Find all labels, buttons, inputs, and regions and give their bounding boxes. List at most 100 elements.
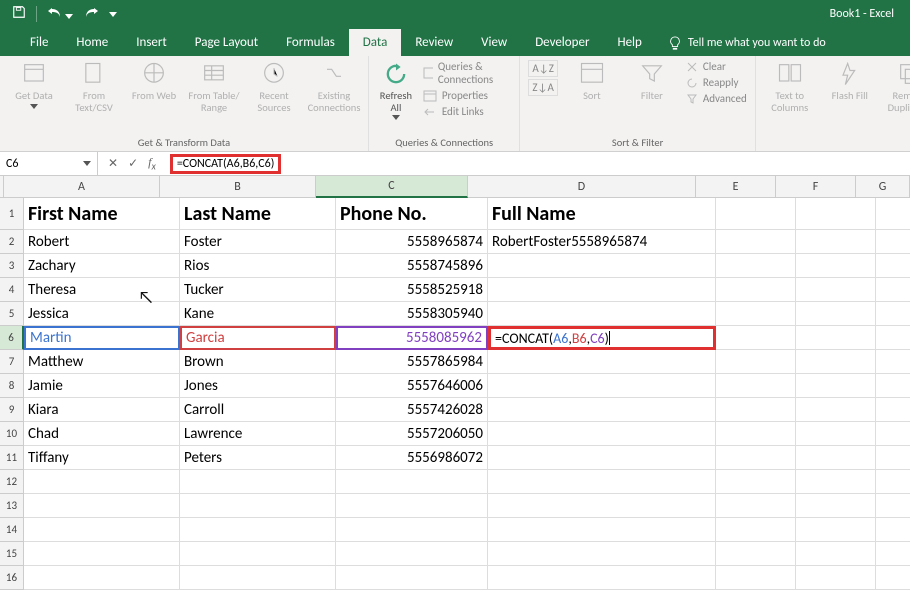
cell[interactable]: Chad (24, 422, 180, 446)
row-header-7[interactable]: 7 (0, 350, 24, 374)
cell[interactable]: 5556986072 (336, 446, 488, 470)
row-header-1[interactable]: 1 (0, 198, 24, 230)
cell[interactable] (716, 350, 796, 374)
text-to-columns-button[interactable]: Text to Columns (764, 60, 816, 113)
cancel-icon[interactable]: ✕ (108, 156, 118, 171)
cell[interactable] (488, 470, 716, 494)
cell[interactable] (488, 302, 716, 326)
cell[interactable] (488, 566, 716, 590)
cell[interactable] (796, 326, 876, 350)
formula-input[interactable]: =CONCAT(A6,B6,C6) (166, 154, 910, 174)
flash-fill-button[interactable]: Flash Fill (824, 60, 876, 102)
cell[interactable] (796, 566, 876, 590)
cell[interactable]: Matthew (24, 350, 180, 374)
from-text-csv-button[interactable]: From Text/CSV (68, 60, 120, 113)
cell[interactable] (796, 518, 876, 542)
cell[interactable] (716, 278, 796, 302)
cell[interactable]: Kane (180, 302, 336, 326)
existing-connections-button[interactable]: Existing Connections (308, 60, 360, 113)
tab-home[interactable]: Home (62, 29, 122, 56)
cell[interactable] (24, 566, 180, 590)
fx-icon[interactable]: fx (148, 155, 156, 172)
cell[interactable] (876, 374, 910, 398)
cell[interactable] (24, 518, 180, 542)
cell[interactable] (336, 494, 488, 518)
row-header-8[interactable]: 8 (0, 374, 24, 398)
queries-connections-button[interactable]: Queries & Connections (423, 60, 512, 86)
cell[interactable] (796, 470, 876, 494)
cell[interactable] (336, 518, 488, 542)
cell[interactable] (796, 422, 876, 446)
cell[interactable]: 5557206050 (336, 422, 488, 446)
tab-page-layout[interactable]: Page Layout (181, 29, 272, 56)
row-header-15[interactable]: 15 (0, 542, 24, 566)
sort-desc-button[interactable]: Z↓A (528, 79, 557, 96)
col-header-g[interactable]: G (856, 176, 910, 198)
edit-links-button[interactable]: Edit Links (423, 105, 512, 118)
enter-icon[interactable]: ✓ (128, 156, 138, 171)
cell[interactable] (716, 422, 796, 446)
cell[interactable] (876, 566, 910, 590)
cell[interactable] (876, 198, 910, 230)
row-header-11[interactable]: 11 (0, 446, 24, 470)
row-header-3[interactable]: 3 (0, 254, 24, 278)
row-header-14[interactable]: 14 (0, 518, 24, 542)
cell[interactable]: 5558305940 (336, 302, 488, 326)
cell[interactable] (876, 446, 910, 470)
cell[interactable] (716, 398, 796, 422)
cell[interactable]: Jamie (24, 374, 180, 398)
tab-review[interactable]: Review (401, 29, 467, 56)
from-web-button[interactable]: From Web (128, 60, 180, 102)
row-header-2[interactable]: 2 (0, 230, 24, 254)
cell[interactable] (796, 542, 876, 566)
cell[interactable]: Phone No. (336, 198, 488, 230)
cell[interactable]: 5557646006 (336, 374, 488, 398)
cell[interactable]: Full Name (488, 198, 716, 230)
tab-view[interactable]: View (467, 29, 521, 56)
row-header-13[interactable]: 13 (0, 494, 24, 518)
cell[interactable]: First Name (24, 198, 180, 230)
cell[interactable] (488, 374, 716, 398)
cell[interactable] (796, 398, 876, 422)
cell[interactable] (488, 494, 716, 518)
reapply-button[interactable]: Reapply (686, 76, 747, 89)
col-header-f[interactable]: F (776, 176, 856, 198)
col-header-c[interactable]: C (316, 176, 468, 198)
col-header-d[interactable]: D (468, 176, 696, 198)
cell[interactable] (716, 446, 796, 470)
cell[interactable] (24, 470, 180, 494)
clear-filter-button[interactable]: Clear (686, 60, 747, 73)
cell[interactable]: Peters (180, 446, 336, 470)
cell[interactable] (336, 470, 488, 494)
cell[interactable] (716, 198, 796, 230)
cell[interactable]: Theresa (24, 278, 180, 302)
cell[interactable] (876, 278, 910, 302)
cell[interactable]: Jessica (24, 302, 180, 326)
cell[interactable]: Last Name (180, 198, 336, 230)
cell[interactable] (488, 254, 716, 278)
cell[interactable] (488, 422, 716, 446)
cell[interactable]: Tucker (180, 278, 336, 302)
cell[interactable]: 5557865984 (336, 350, 488, 374)
tab-developer[interactable]: Developer (521, 29, 603, 56)
cell[interactable] (796, 254, 876, 278)
row-header-4[interactable]: 4 (0, 278, 24, 302)
cell[interactable]: RobertFoster5558965874 (488, 230, 716, 254)
cell[interactable]: Foster (180, 230, 336, 254)
cell[interactable] (796, 446, 876, 470)
advanced-filter-button[interactable]: Advanced (686, 92, 747, 105)
sort-button[interactable]: Sort (566, 60, 618, 102)
cell[interactable] (876, 350, 910, 374)
cell[interactable] (876, 230, 910, 254)
cell[interactable]: Jones (180, 374, 336, 398)
cell[interactable]: Lawrence (180, 422, 336, 446)
cell[interactable]: Garcia (180, 326, 336, 350)
cell[interactable] (488, 446, 716, 470)
cell[interactable] (488, 518, 716, 542)
cell[interactable] (336, 566, 488, 590)
cell[interactable] (488, 350, 716, 374)
cell[interactable] (716, 470, 796, 494)
cell[interactable] (796, 278, 876, 302)
cell[interactable] (716, 326, 796, 350)
cell[interactable]: Zachary (24, 254, 180, 278)
